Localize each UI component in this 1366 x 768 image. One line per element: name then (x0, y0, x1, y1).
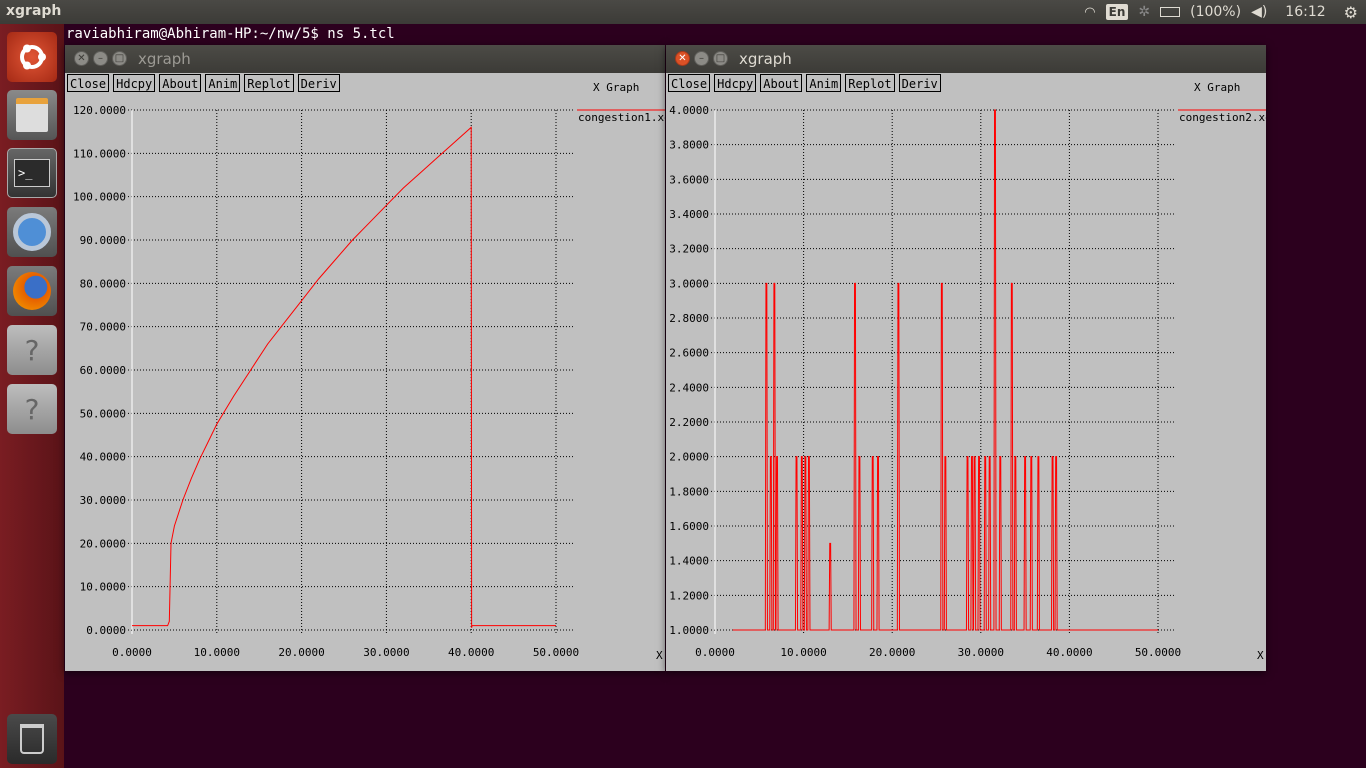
gear-icon[interactable]: ⚙ (1344, 3, 1358, 22)
x-axis-label: X (1257, 649, 1264, 662)
y-tick-label: 2.4000 (669, 381, 709, 394)
replot-button[interactable]: Replot (244, 74, 294, 92)
top-panel: xgraph ◠ En ✲ (100%) ◀) 16:12 ⚙ (0, 0, 1366, 24)
deriv-button[interactable]: Deriv (297, 74, 340, 92)
x-tick-label: 40.0000 (1046, 646, 1092, 659)
window-title: xgraph (138, 50, 191, 68)
y-tick-label: 50.0000 (80, 407, 126, 420)
files-icon[interactable] (7, 90, 57, 140)
anim-button[interactable]: Anim (806, 74, 842, 92)
window-titlebar[interactable]: ✕ – □ xgraph (666, 45, 1266, 73)
y-tick-label: 3.6000 (669, 173, 709, 186)
y-tick-label: 2.2000 (669, 416, 709, 429)
y-tick-label: 2.6000 (669, 347, 709, 360)
x-tick-label: 10.0000 (194, 646, 240, 659)
y-tick-label: 90.0000 (80, 234, 126, 247)
y-tick-label: 10.0000 (80, 581, 126, 594)
system-tray: ◠ En ✲ (100%) ◀) 16:12 ⚙ (1084, 0, 1358, 24)
chromium-icon[interactable] (7, 207, 57, 257)
y-tick-label: 40.0000 (80, 451, 126, 464)
y-tick-label: 1.0000 (669, 624, 709, 637)
y-tick-label: 4.0000 (669, 104, 709, 117)
series-line (132, 126, 556, 628)
graph-title: X Graph (1194, 81, 1240, 94)
legend-label: congestion2.xg (1179, 111, 1266, 124)
y-tick-label: 3.2000 (669, 243, 709, 256)
ubuntu-dash-icon[interactable] (7, 32, 57, 82)
y-tick-label: 3.0000 (669, 277, 709, 290)
y-tick-label: 2.8000 (669, 312, 709, 325)
hdcpy-button[interactable]: Hdcpy (714, 74, 757, 92)
graph-title: X Graph (593, 81, 639, 94)
hdcpy-button[interactable]: Hdcpy (113, 74, 156, 92)
volume-icon[interactable]: ◀) (1251, 4, 1267, 20)
clock[interactable]: 16:12 (1285, 4, 1325, 20)
about-button[interactable]: About (159, 74, 202, 92)
close-button[interactable]: Close (668, 74, 711, 92)
close-icon[interactable]: ✕ (675, 51, 690, 66)
series-line (732, 109, 1158, 631)
y-tick-label: 80.0000 (80, 277, 126, 290)
x-tick-label: 20.0000 (278, 646, 324, 659)
y-tick-label: 100.0000 (73, 191, 126, 204)
unknown-app-icon[interactable]: ? (7, 384, 57, 434)
y-tick-label: 3.4000 (669, 208, 709, 221)
maximize-icon[interactable]: □ (713, 51, 728, 66)
battery-percentage[interactable]: (100%) (1190, 4, 1241, 20)
xgraph-window-2: ✕ – □ xgraph Close Hdcpy About Anim Repl… (666, 45, 1266, 671)
firefox-icon[interactable] (7, 266, 57, 316)
x-tick-label: 50.0000 (1135, 646, 1181, 659)
x-tick-label: 0.0000 (695, 646, 735, 659)
y-tick-label: 30.0000 (80, 494, 126, 507)
x-tick-label: 30.0000 (958, 646, 1004, 659)
y-tick-label: 1.4000 (669, 555, 709, 568)
launcher: >_ ? ? (0, 24, 64, 768)
legend-label: congestion1.xg (578, 111, 665, 124)
x-axis-label: X (656, 649, 663, 662)
y-tick-label: 120.0000 (73, 104, 126, 117)
wifi-icon[interactable]: ◠ (1084, 5, 1095, 20)
y-tick-label: 70.0000 (80, 321, 126, 334)
y-tick-label: 1.8000 (669, 485, 709, 498)
xgraph-button-bar: Close Hdcpy About Anim Replot Deriv (668, 74, 941, 94)
x-tick-label: 20.0000 (869, 646, 915, 659)
y-tick-label: 3.8000 (669, 139, 709, 152)
trash-icon[interactable] (7, 714, 57, 764)
y-tick-label: 2.0000 (669, 451, 709, 464)
window-title: xgraph (739, 50, 792, 68)
bluetooth-icon[interactable]: ✲ (1138, 4, 1150, 20)
x-tick-label: 50.0000 (533, 646, 579, 659)
terminal-icon[interactable]: >_ (7, 148, 57, 198)
minimize-icon[interactable]: – (93, 51, 108, 66)
keyboard-layout-indicator[interactable]: En (1105, 4, 1129, 20)
y-tick-label: 0.0000 (86, 624, 126, 637)
x-tick-label: 10.0000 (780, 646, 826, 659)
congestion1-plot: X Graph congestion1.xg X 0.0000 10.0000 20.00… (73, 81, 665, 662)
about-button[interactable]: About (760, 74, 803, 92)
active-app-title: xgraph (6, 3, 62, 19)
replot-button[interactable]: Replot (845, 74, 895, 92)
terminal-prompt: raviabhiram@Abhiram-HP:~/nw/5$ ns 5.tcl (66, 26, 395, 42)
y-tick-label: 1.2000 (669, 589, 709, 602)
y-tick-label: 20.0000 (80, 537, 126, 550)
congestion2-plot: X Graph congestion2.xg X 0.0000 10.0000 20.00… (669, 81, 1266, 662)
deriv-button[interactable]: Deriv (898, 74, 941, 92)
y-tick-label: 1.6000 (669, 520, 709, 533)
close-button[interactable]: Close (67, 74, 110, 92)
close-icon[interactable]: ✕ (74, 51, 89, 66)
y-tick-label: 60.0000 (80, 364, 126, 377)
maximize-icon[interactable]: □ (112, 51, 127, 66)
unknown-app-icon[interactable]: ? (7, 325, 57, 375)
minimize-icon[interactable]: – (694, 51, 709, 66)
y-tick-label: 110.0000 (73, 147, 126, 160)
x-tick-label: 0.0000 (112, 646, 152, 659)
x-tick-label: 30.0000 (363, 646, 409, 659)
x-tick-label: 40.0000 (448, 646, 494, 659)
window-titlebar[interactable]: ✕ – □ xgraph (65, 45, 665, 73)
xgraph-window-1: ✕ – □ xgraph Close Hdcpy About Anim Repl… (65, 45, 665, 671)
anim-button[interactable]: Anim (205, 74, 241, 92)
battery-icon[interactable] (1160, 7, 1181, 17)
xgraph-button-bar: Close Hdcpy About Anim Replot Deriv (67, 74, 340, 94)
